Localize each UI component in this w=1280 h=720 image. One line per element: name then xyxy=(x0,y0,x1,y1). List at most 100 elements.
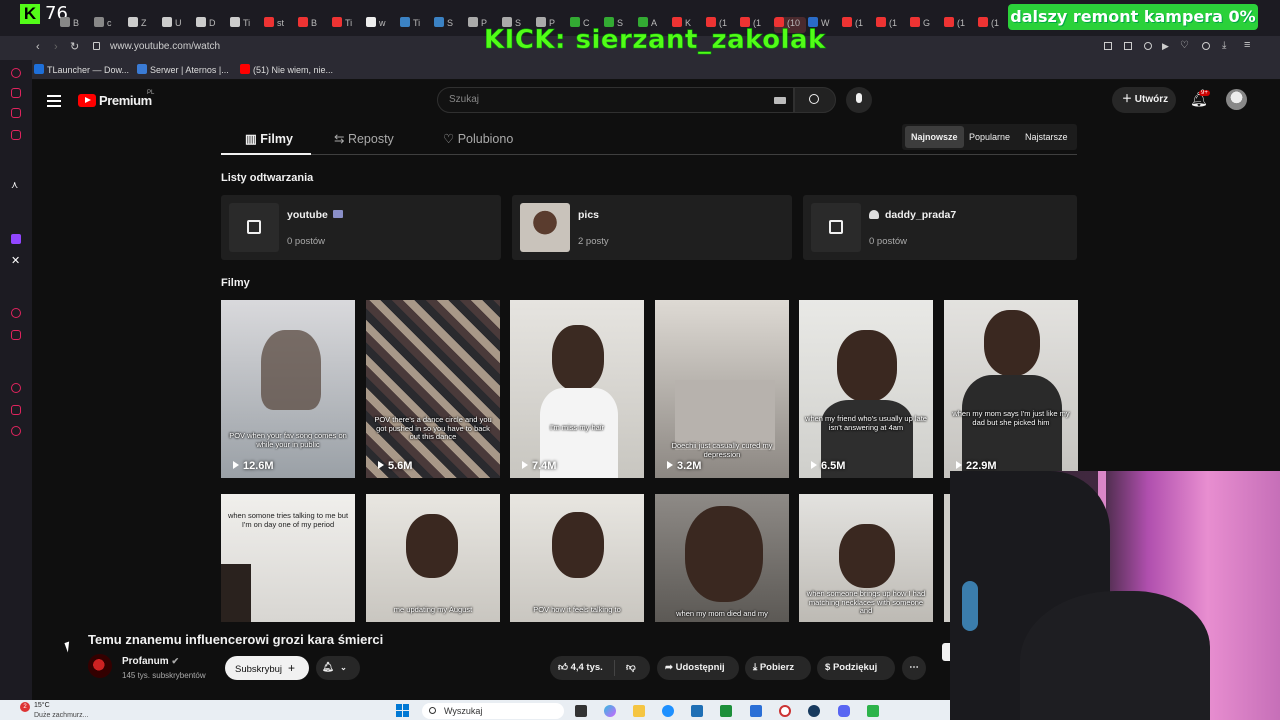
menu-icon[interactable]: ≡ xyxy=(1244,39,1250,51)
thanks-button[interactable]: $ Podziękuj xyxy=(817,656,895,680)
tab-filmy[interactable]: ▥ Filmy xyxy=(245,131,293,146)
browser-tab[interactable]: (1 xyxy=(842,17,874,33)
chip-popularne[interactable]: Popularne xyxy=(963,126,1016,148)
url-bar[interactable]: www.youtube.com/watch xyxy=(110,41,220,52)
extension-icon[interactable] xyxy=(1144,42,1152,50)
tab-reposty[interactable]: ⇆ Reposty xyxy=(334,131,394,146)
file-explorer-icon[interactable] xyxy=(633,705,645,717)
video-thumbnail[interactable]: POV how it feels talking to xyxy=(510,494,644,622)
search-input[interactable]: Szukaj xyxy=(437,87,794,113)
app-icon[interactable] xyxy=(750,705,762,717)
store-icon[interactable] xyxy=(691,705,703,717)
bookmark-item[interactable]: TLauncher — Dow... xyxy=(34,64,129,75)
side-button[interactable] xyxy=(942,643,950,661)
hamburger-menu-icon[interactable] xyxy=(47,95,61,110)
video-thumbnail[interactable]: when someone brings up how I had matchin… xyxy=(799,494,933,622)
browser-tab[interactable]: D xyxy=(196,17,228,33)
video-thumbnail[interactable]: Doechii just casually cured my depressio… xyxy=(655,300,789,478)
channel-avatar[interactable] xyxy=(88,654,112,678)
browser-tab[interactable]: Ti xyxy=(230,17,262,33)
youtube-logo-icon[interactable] xyxy=(78,94,96,107)
tab-polubiono[interactable]: ♡ Polubiono xyxy=(443,131,513,146)
browser-tab[interactable]: st xyxy=(264,17,296,33)
x-icon[interactable]: ✕ xyxy=(11,254,20,267)
sidebar-icon[interactable] xyxy=(11,308,21,318)
excel-icon[interactable] xyxy=(720,705,732,717)
search-button[interactable] xyxy=(794,87,836,113)
browser-tab[interactable]: Z xyxy=(128,17,160,33)
taskbar-search[interactable]: Wyszukaj xyxy=(422,703,564,719)
video-thumbnail[interactable]: when my friend who's usually up late isn… xyxy=(799,300,933,478)
back-icon[interactable]: ‹ xyxy=(36,41,40,53)
browser-tab[interactable]: (1 xyxy=(876,17,908,33)
browser-tab[interactable]: S xyxy=(434,17,466,33)
reload-icon[interactable]: ↻ xyxy=(70,40,79,53)
playlist-card[interactable]: daddy_prada7 0 postów xyxy=(803,195,1077,260)
opera-icon[interactable] xyxy=(779,705,791,717)
voice-search-button[interactable] xyxy=(846,87,872,113)
channel-name[interactable]: Profanum ✔︎ xyxy=(122,656,179,667)
video-thumbnail[interactable]: I'm miss my hair 7.4M xyxy=(510,300,644,478)
video-thumbnail[interactable]: when my mom died and my xyxy=(655,494,789,622)
copilot-icon[interactable] xyxy=(604,705,616,717)
discord-icon[interactable] xyxy=(838,705,850,717)
youtube-logo-text[interactable]: Premium xyxy=(99,93,152,108)
browser-tab[interactable]: (1 xyxy=(978,17,1010,33)
create-button[interactable]: ＋ Utwórz xyxy=(1112,87,1176,113)
browser-tab[interactable]: B xyxy=(298,17,330,33)
chip-najstarsze[interactable]: Najstarsze xyxy=(1019,126,1074,148)
extension-icon[interactable] xyxy=(1104,42,1112,50)
bookmark-item[interactable]: (51) Nie wiem, nie... xyxy=(240,64,333,75)
video-thumbnail[interactable]: POV when your fav song comes on while yo… xyxy=(221,300,355,478)
extension-icon[interactable] xyxy=(1202,42,1210,50)
app-icon[interactable] xyxy=(867,705,879,717)
bookmark-item[interactable]: Serwer | Aternos |... xyxy=(137,64,229,75)
video-thumbnail[interactable]: POV there's a dance circle and you got p… xyxy=(366,300,500,478)
history-icon[interactable] xyxy=(11,383,21,393)
weather-temperature[interactable]: 15°C xyxy=(34,702,50,709)
chip-najnowsze[interactable]: Najnowsze xyxy=(905,126,964,148)
sidebar-icon[interactable] xyxy=(11,88,21,98)
subscribe-button[interactable]: Subskrybuj + xyxy=(225,656,309,680)
browser-tab[interactable]: w xyxy=(366,17,398,33)
video-thumbnail[interactable]: when somone tries talking to me but I'm … xyxy=(221,494,355,622)
browser-tab[interactable]: (1 xyxy=(944,17,976,33)
notification-bell-button[interactable]: 🔔︎ ⌄ xyxy=(316,656,360,680)
playlist-card[interactable]: youtube 0 postów xyxy=(221,195,501,260)
share-button[interactable]: ➦ Udostępnij xyxy=(657,656,739,680)
browser-tab[interactable]: G xyxy=(910,17,942,33)
twitch-icon[interactable] xyxy=(11,234,21,244)
browser-tab[interactable]: U xyxy=(162,17,194,33)
play-icon[interactable]: ▶ xyxy=(1162,41,1169,52)
more-actions-button[interactable]: ⋯ xyxy=(902,656,926,680)
video-thumbnail[interactable]: when my mom says I'm just like my dad bu… xyxy=(944,300,1078,478)
download-icon[interactable]: ⤓ xyxy=(1222,40,1226,51)
sidebar-icon[interactable] xyxy=(11,108,21,118)
sidebar-icon[interactable] xyxy=(11,68,21,78)
sidebar-a-icon[interactable]: ⋏ xyxy=(11,180,18,191)
dislike-button[interactable]: 👎︎ xyxy=(626,656,636,680)
sidebar-icon[interactable] xyxy=(11,330,21,340)
settings-icon[interactable] xyxy=(11,426,21,436)
like-button[interactable]: 👍︎ 4,4 tys. xyxy=(558,656,603,680)
sidebar-icon[interactable] xyxy=(11,405,21,415)
account-avatar[interactable] xyxy=(1226,89,1247,110)
task-view-icon[interactable] xyxy=(575,705,587,717)
video-thumbnail[interactable]: me updating my August xyxy=(366,494,500,622)
extension-icon[interactable] xyxy=(1124,42,1132,50)
download-button[interactable]: ⤓ Pobierz xyxy=(745,656,811,680)
sidebar-icon[interactable] xyxy=(11,130,21,140)
keyboard-icon[interactable] xyxy=(774,97,786,104)
browser-tab[interactable]: c xyxy=(94,17,126,33)
forward-icon[interactable]: › xyxy=(54,41,58,53)
edge-icon[interactable] xyxy=(662,705,674,717)
browser-tab[interactable]: Ti xyxy=(400,17,432,33)
windows-start-icon[interactable] xyxy=(396,704,409,717)
playlist-card[interactable]: pics 2 posty xyxy=(512,195,792,260)
browser-tab[interactable]: B xyxy=(60,17,92,33)
heart-icon[interactable]: ♡ xyxy=(1180,40,1189,51)
tab-favicon-icon xyxy=(230,17,240,27)
steam-icon[interactable] xyxy=(808,705,820,717)
share-label: Udostępnij xyxy=(675,662,725,673)
browser-tab[interactable]: Ti xyxy=(332,17,364,33)
